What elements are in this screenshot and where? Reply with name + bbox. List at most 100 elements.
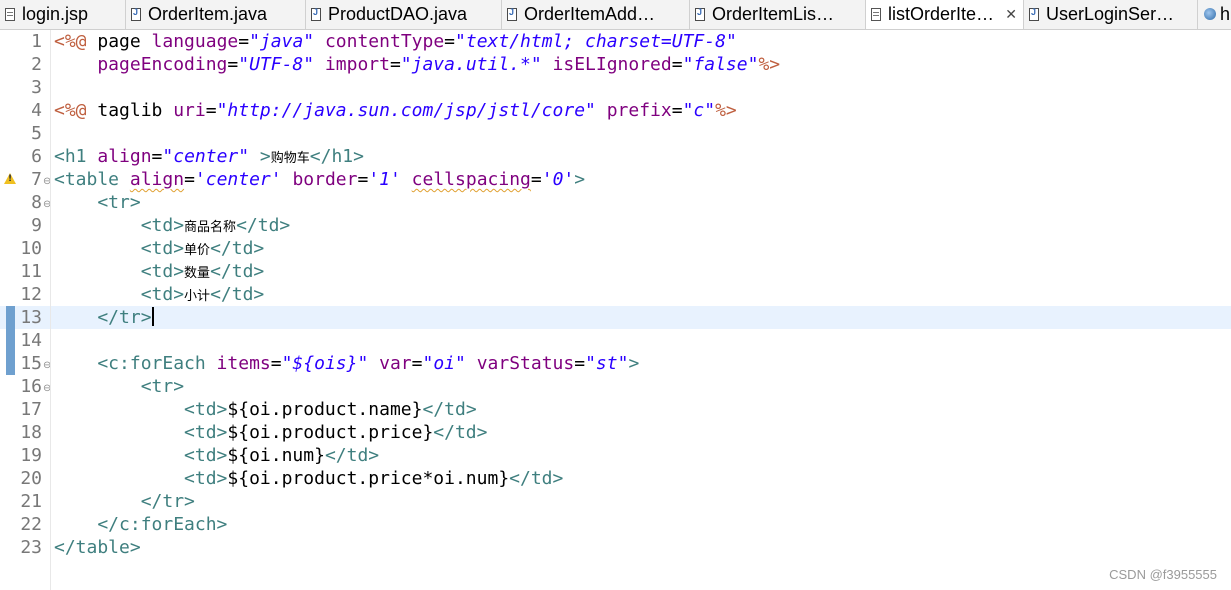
code-line[interactable]: 12 <td>小计</td> [0,283,1231,306]
code-text: <tr> [54,192,141,213]
line-number: 16 [20,376,42,397]
code-editor[interactable]: 1 <%@ page language="java" contentType="… [0,30,1231,590]
code-line[interactable]: 4 <%@ taglib uri="http://java.sun.com/js… [0,99,1231,122]
code-line[interactable]: 22 </c:forEach> [0,513,1231,536]
tab-login-jsp[interactable]: login.jsp [0,0,126,29]
code-line[interactable]: 6 <h1 align="center" >购物车</h1> [0,145,1231,168]
code-text: <td>商品名称</td> [54,215,291,236]
code-line[interactable]: 16 ⊖ <tr> [0,375,1231,398]
line-number: 1 [31,31,42,52]
code-text: <td>单价</td> [54,238,265,259]
line-number: 8 [31,192,42,213]
tab-label: listOrderIte… [888,4,995,24]
code-text: <c:forEach items="${ois}" var="oi" varSt… [54,353,640,374]
code-text: <td>${oi.product.price*oi.num}</td> [54,468,564,489]
line-number: 10 [20,238,42,259]
code-line[interactable]: 9 <td>商品名称</td> [0,214,1231,237]
tab-label: OrderItemLis… [712,4,835,24]
line-number: 5 [31,123,42,144]
line-number: 23 [20,537,42,558]
text-caret [151,307,154,326]
tab-label: login.jsp [22,4,89,24]
code-text: <td>小计</td> [54,284,265,305]
line-number: 15 [20,353,42,374]
tab-label: UserLoginSer… [1046,4,1175,24]
warning-icon[interactable] [4,173,16,184]
java-file-icon [131,6,141,21]
line-number: 22 [20,514,42,535]
code-text: <td>${oi.product.name}</td> [54,399,477,420]
line-number: 4 [31,100,42,121]
code-line[interactable]: 10 <td>单价</td> [0,237,1231,260]
line-number: 9 [31,215,42,236]
code-text: <tr> [54,376,185,397]
code-line[interactable]: 3 [0,76,1231,99]
code-text: <table align='center' border='1' cellspa… [54,169,586,190]
line-number: 14 [20,330,42,351]
code-text: </c:forEach> [54,514,228,535]
occurrence-marker [6,352,15,375]
code-line[interactable]: 17 <td>${oi.product.name}</td> [0,398,1231,421]
tab-listorderitem-jsp[interactable]: listOrderIte… ✕ [866,0,1024,29]
code-text: <td>${oi.num}</td> [54,445,380,466]
code-text: <td>数量</td> [54,261,265,282]
line-number: 2 [31,54,42,75]
code-line[interactable]: 5 [0,122,1231,145]
line-number: 13 [20,307,42,328]
code-line[interactable]: 7 ⊖ <table align='center' border='1' cel… [0,168,1231,191]
current-code-line[interactable]: 13 </tr> [0,306,1231,329]
code-line[interactable]: 11 <td>数量</td> [0,260,1231,283]
editor-tab-bar: login.jsp OrderItem.java ProductDAO.java… [0,0,1231,30]
line-number: 17 [20,399,42,420]
code-line[interactable]: 20 <td>${oi.product.price*oi.num}</td> [0,467,1231,490]
line-number: 7 [31,169,42,190]
java-file-icon [507,6,517,21]
tab-orderitem-java[interactable]: OrderItem.java [126,0,306,29]
tab-label: OrderItem.java [148,4,268,24]
line-number: 12 [20,284,42,305]
code-line[interactable]: 23 </table> [0,536,1231,559]
code-line[interactable]: 15 ⊖ <c:forEach items="${ois}" var="oi" … [0,352,1231,375]
code-text: </table> [54,537,141,558]
java-file-icon [311,6,321,21]
code-text: </tr> [54,491,195,512]
jsp-file-icon [871,8,881,21]
gutter-separator [50,30,51,590]
code-line[interactable]: 8 ⊖ <tr> [0,191,1231,214]
java-file-icon [695,6,705,21]
tab-orderitemlist[interactable]: OrderItemLis… [690,0,866,29]
tab-label: OrderItemAdd… [524,4,656,24]
java-file-icon [1029,6,1039,21]
globe-icon [1204,8,1216,20]
tab-label: ProductDAO.java [328,4,468,24]
code-line[interactable]: 21 </tr> [0,490,1231,513]
code-line[interactable]: 19 <td>${oi.num}</td> [0,444,1231,467]
occurrence-marker [6,329,15,352]
line-number: 20 [20,468,42,489]
line-number: 11 [20,261,42,282]
jsp-file-icon [5,8,15,21]
code-text: </tr> [54,307,154,328]
code-text: <%@ page language="java" contentType="te… [54,31,737,52]
code-text: <h1 align="center" >购物车</h1> [54,146,364,167]
line-number: 3 [31,77,42,98]
code-line[interactable]: 1 <%@ page language="java" contentType="… [0,30,1231,53]
line-number: 18 [20,422,42,443]
code-line[interactable]: 14 [0,329,1231,352]
code-line[interactable]: 2 pageEncoding="UTF-8" import="java.util… [0,53,1231,76]
occurrence-marker [6,306,15,329]
close-tab-icon[interactable]: ✕ [1005,0,1017,29]
line-number: 21 [20,491,42,512]
tab-label: h [1220,4,1231,24]
tab-orderitemadd[interactable]: OrderItemAdd… [502,0,690,29]
code-text: pageEncoding="UTF-8" import="java.util.*… [54,54,781,75]
tab-productdao-java[interactable]: ProductDAO.java [306,0,502,29]
line-number: 19 [20,445,42,466]
code-text: <td>${oi.product.price}</td> [54,422,488,443]
tab-overflow[interactable]: h [1198,0,1231,29]
tab-userloginservlet[interactable]: UserLoginSer… [1024,0,1198,29]
code-text: <%@ taglib uri="http://java.sun.com/jsp/… [54,100,737,121]
line-number: 6 [31,146,42,167]
code-line[interactable]: 18 <td>${oi.product.price}</td> [0,421,1231,444]
watermark: CSDN @f3955555 [1109,567,1217,582]
